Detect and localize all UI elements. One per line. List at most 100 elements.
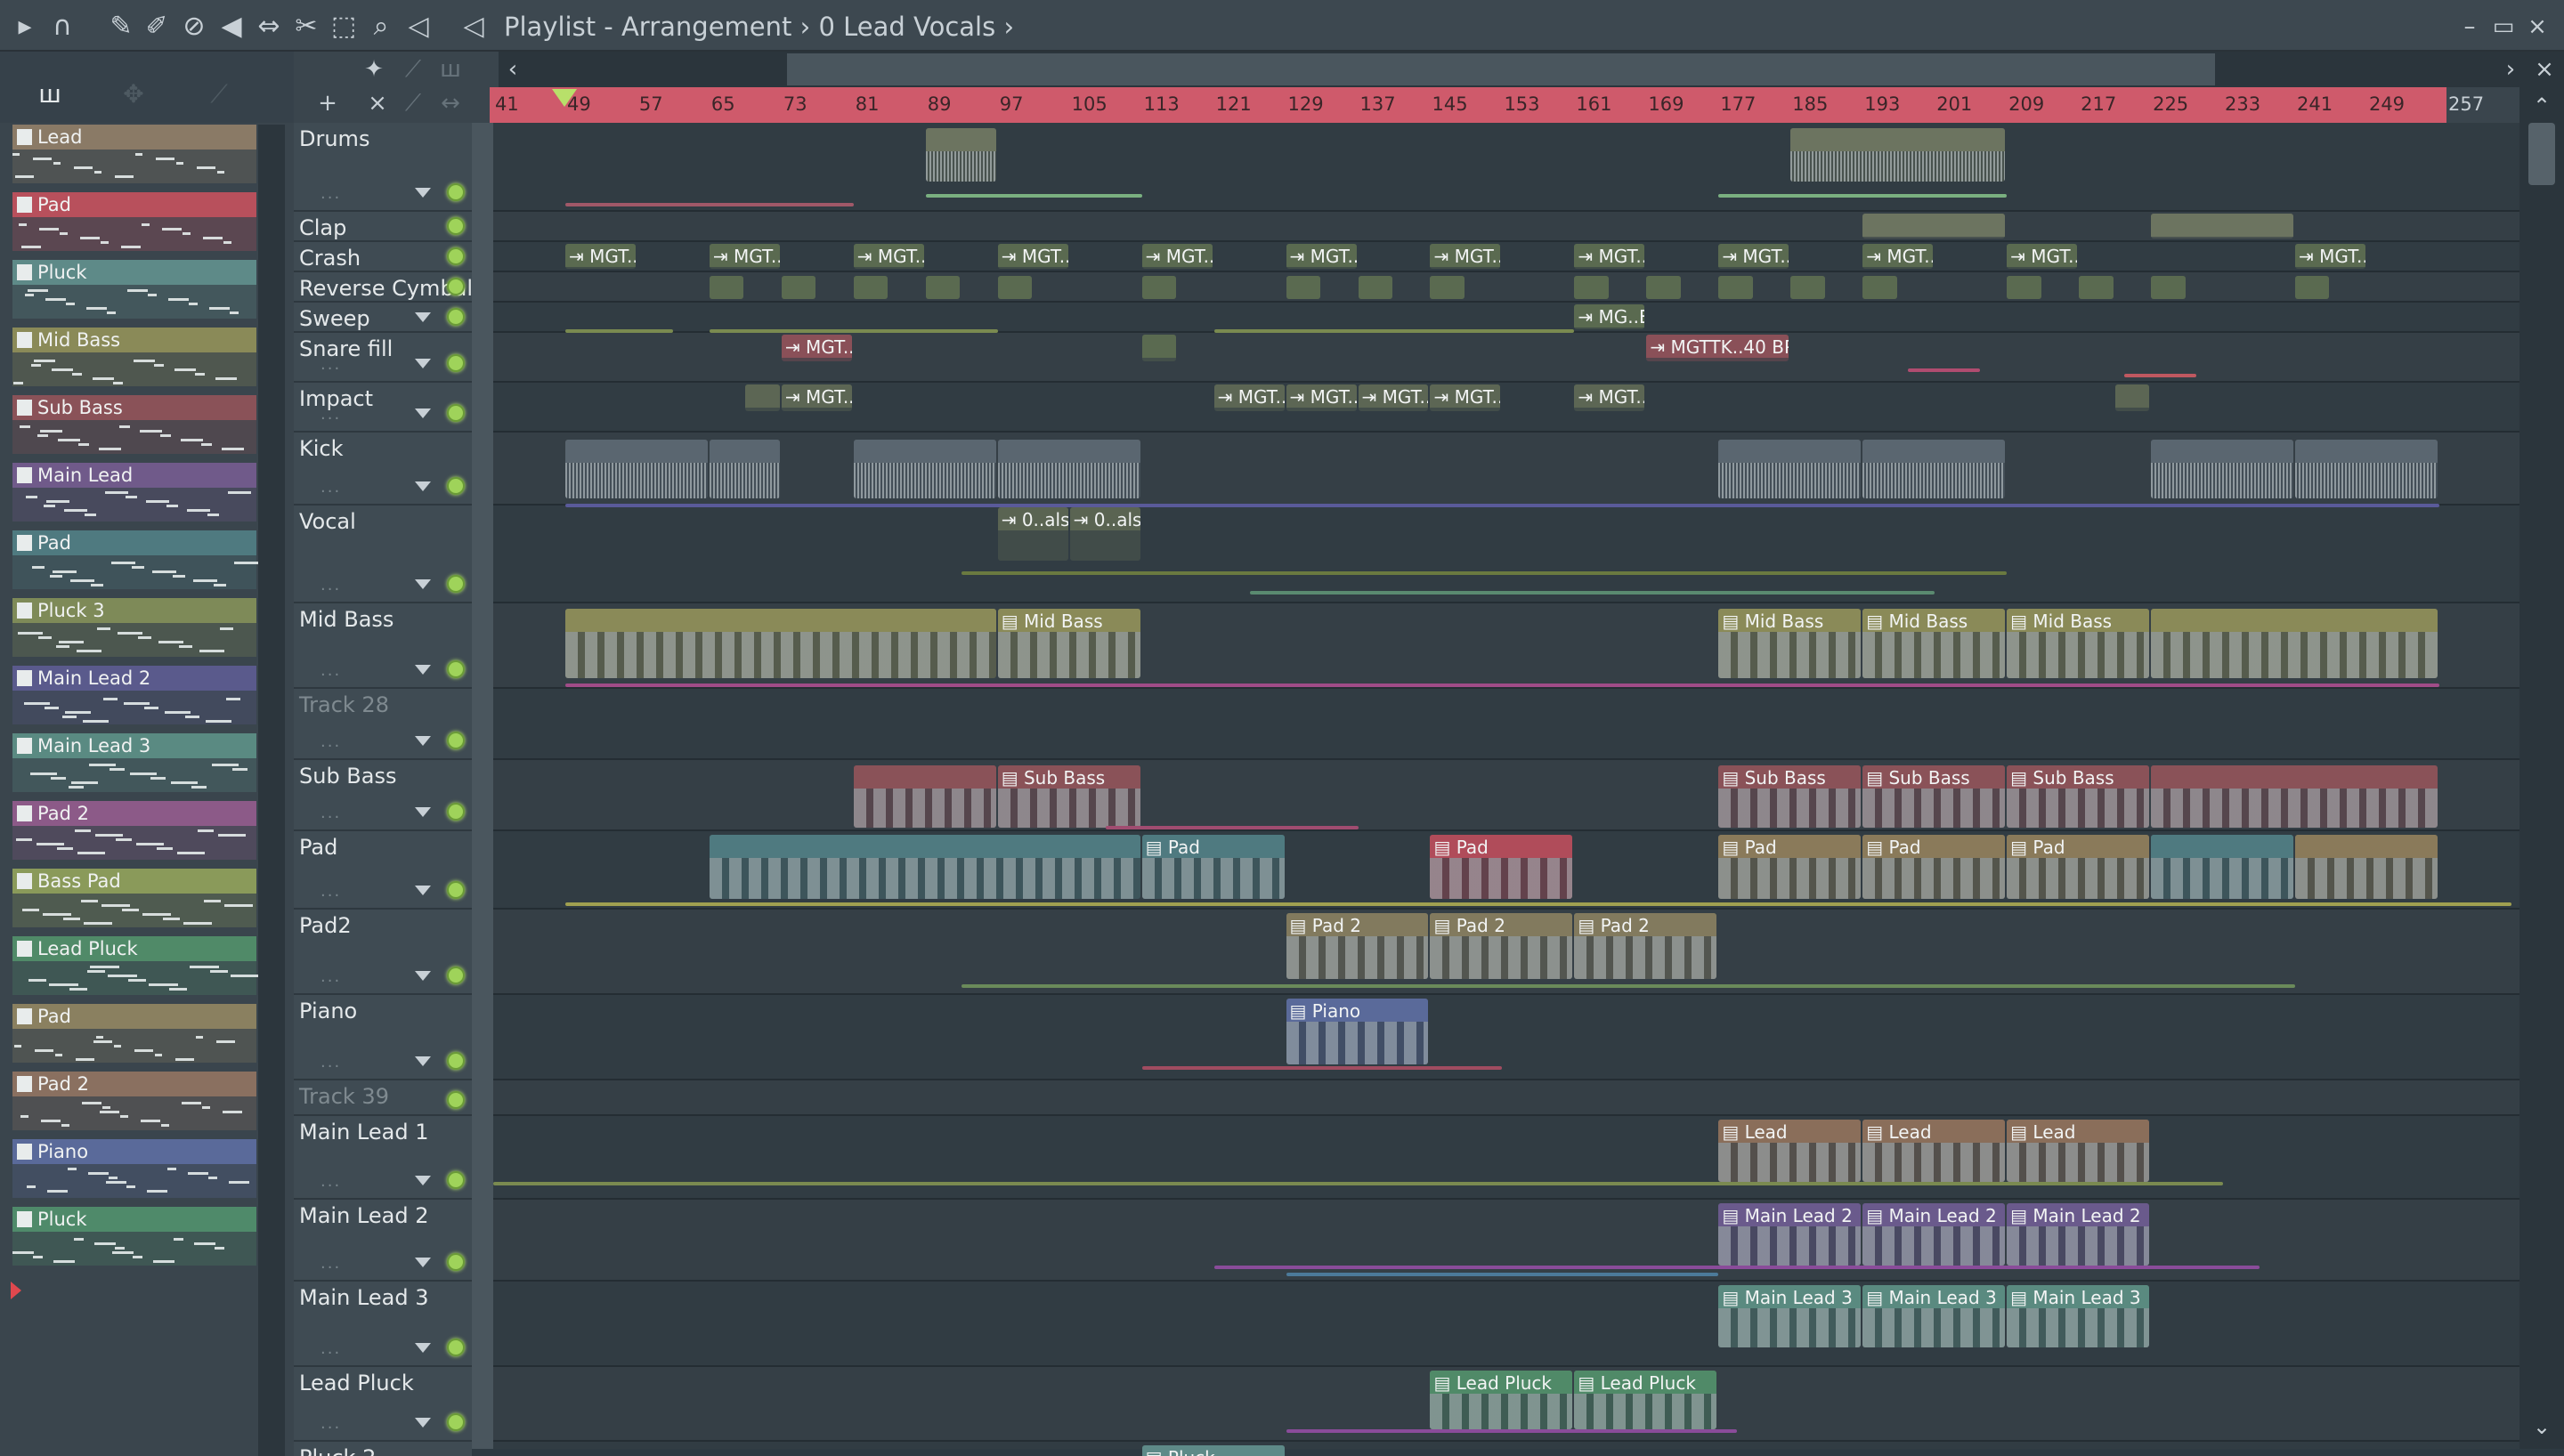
vertical-scrollbar[interactable]: ⌃ ⌄ [2519, 87, 2564, 1449]
pattern-clip[interactable] [2151, 765, 2438, 828]
track-lane[interactable] [493, 123, 2519, 212]
pattern-clip[interactable] [709, 276, 744, 299]
track-header[interactable]: Track 39 [294, 1080, 472, 1116]
track-lane[interactable] [493, 1282, 2519, 1367]
pattern-clip[interactable]: ▤ Piano [1286, 999, 1429, 1064]
track-enable-led[interactable] [447, 404, 465, 422]
track-enable-led[interactable] [447, 967, 465, 984]
track-enable-led[interactable] [447, 881, 465, 899]
pattern-clip[interactable] [853, 276, 888, 299]
pattern-clip[interactable]: ⇥ MGT.. [1141, 244, 1213, 269]
track-lane[interactable] [493, 995, 2519, 1080]
automation-clip[interactable] [1213, 1266, 2260, 1269]
rename-icon[interactable]: ⟋ [397, 87, 429, 119]
pattern-clip[interactable] [2295, 835, 2438, 899]
waveform-icon[interactable]: ✦ [358, 53, 390, 85]
track-enable-led[interactable] [447, 183, 465, 201]
pattern-item[interactable]: Main Lead [12, 463, 256, 522]
scroll-left-icon[interactable]: ‹ [499, 55, 527, 84]
pattern-clip[interactable] [1646, 276, 1681, 299]
pattern-clip[interactable] [709, 835, 1140, 899]
track-dropdown-arrow-icon[interactable] [415, 886, 431, 895]
pattern-clip[interactable] [997, 440, 1140, 498]
track-dropdown-arrow-icon[interactable] [415, 408, 431, 418]
automation-clip[interactable] [564, 902, 2511, 906]
pattern-item[interactable]: Pluck 3 [12, 598, 256, 657]
pattern-clip[interactable]: ▤ Pad 2 [1286, 913, 1429, 979]
automation-clip[interactable] [961, 984, 2295, 988]
automation-clip[interactable] [564, 684, 2439, 687]
speaker-icon[interactable]: ◁ [456, 9, 491, 44]
track-enable-led[interactable] [447, 575, 465, 593]
pattern-clip[interactable]: ⇥ MGT.. [2295, 244, 2365, 269]
track-options-dots[interactable]: ... [320, 1053, 341, 1072]
pattern-item[interactable]: Pad 2 [12, 1072, 256, 1130]
pattern-clip[interactable]: ▤ Sub Bass [2007, 765, 2150, 828]
pattern-clip[interactable]: ⇥ MGT.. [564, 244, 636, 269]
close-button[interactable]: × [2521, 11, 2553, 43]
pattern-clip[interactable] [2114, 384, 2150, 411]
pattern-item[interactable]: Pad [12, 1004, 256, 1063]
track-header[interactable]: Pad... [294, 831, 472, 910]
pattern-clip[interactable] [745, 384, 780, 411]
pattern-clip[interactable]: ▤ Mid Bass [2007, 609, 2150, 678]
pattern-clip[interactable] [1862, 276, 1897, 299]
automation-clip[interactable] [1213, 329, 1575, 333]
track-enable-led[interactable] [447, 732, 465, 749]
track-options-dots[interactable]: ... [320, 576, 341, 595]
automation-clip[interactable] [1718, 194, 2008, 198]
track-options-dots[interactable]: ... [320, 1339, 341, 1358]
pattern-clip[interactable]: ⇥ MGT.. [1718, 244, 1789, 269]
track-dropdown-arrow-icon[interactable] [415, 579, 431, 589]
track-header[interactable]: Sweep [294, 303, 472, 333]
pattern-clip[interactable]: ▤ Pad [1862, 835, 2006, 899]
automation-clip[interactable] [709, 329, 998, 333]
pattern-item[interactable]: Lead [12, 125, 256, 183]
pattern-clip[interactable]: ▤ Lead Pluck [1574, 1371, 1717, 1429]
pattern-clip[interactable]: ▤ Main Lead 2 [2007, 1203, 2150, 1266]
delete-icon[interactable]: ⊘ [176, 9, 212, 44]
pattern-clip[interactable]: ⇥ MGT.. [1358, 384, 1429, 411]
track-dropdown-arrow-icon[interactable] [415, 188, 431, 198]
track-enable-led[interactable] [447, 1339, 465, 1356]
track-dropdown-arrow-icon[interactable] [415, 481, 431, 491]
track-header[interactable]: Main Lead 2... [294, 1200, 472, 1282]
automation-clip[interactable] [1141, 1066, 1503, 1070]
pattern-clip[interactable]: ⇥ MGT.. [781, 335, 852, 361]
minimize-button[interactable]: – [2454, 11, 2486, 43]
mute-icon[interactable]: ◀ [214, 9, 249, 44]
pattern-clip[interactable]: ▤ Pad [1141, 835, 1285, 899]
pattern-clip[interactable] [1286, 276, 1321, 299]
automation-clip[interactable] [925, 194, 1142, 198]
pattern-clip[interactable]: ▤ Lead Pluck [1430, 1371, 1573, 1429]
pattern-clip[interactable]: ▤ Mid Bass [1718, 609, 1862, 678]
pattern-clip[interactable]: ⇥ 0..als [997, 507, 1068, 561]
zoom-out-icon[interactable]: × [2530, 55, 2559, 84]
pattern-clip[interactable]: ▤ Pad [2007, 835, 2150, 899]
pattern-clip[interactable] [1862, 214, 2006, 239]
pattern-clip[interactable]: ▤ Lead [1718, 1120, 1862, 1182]
playback-icon[interactable]: ◁ [401, 9, 436, 44]
track-enable-led[interactable] [447, 803, 465, 821]
track-dropdown-arrow-icon[interactable] [415, 971, 431, 981]
pattern-clip[interactable]: ⇥ MGT.. [1286, 244, 1357, 269]
track-dropdown-arrow-icon[interactable] [415, 736, 431, 746]
play-arrow-icon[interactable]: ▸ [7, 9, 43, 44]
slice-icon[interactable]: ✂ [288, 9, 324, 44]
track-enable-led[interactable] [447, 247, 465, 265]
pattern-clip[interactable] [1141, 335, 1177, 361]
pattern-clip[interactable] [1862, 440, 2006, 498]
pattern-clip[interactable]: ⇥ MGT.. [1430, 244, 1501, 269]
scroll-right-icon[interactable]: › [2496, 55, 2525, 84]
automation-clip[interactable] [1250, 591, 1935, 595]
maximize-button[interactable]: ▭ [2487, 11, 2519, 43]
automation-clip[interactable] [564, 203, 854, 206]
track-dropdown-arrow-icon[interactable] [415, 1418, 431, 1428]
pattern-clip[interactable]: ▤ Lead [2007, 1120, 2150, 1182]
pattern-clip[interactable]: ⇥ MGT.. [781, 384, 852, 411]
pattern-clip[interactable]: ▤ Main Lead 3 [1718, 1285, 1862, 1347]
automation-clip[interactable] [1286, 1273, 1719, 1276]
playhead-marker[interactable] [552, 89, 577, 107]
pattern-clip[interactable]: ▤ Sub Bass [1862, 765, 2006, 828]
pattern-clip[interactable] [709, 440, 780, 498]
